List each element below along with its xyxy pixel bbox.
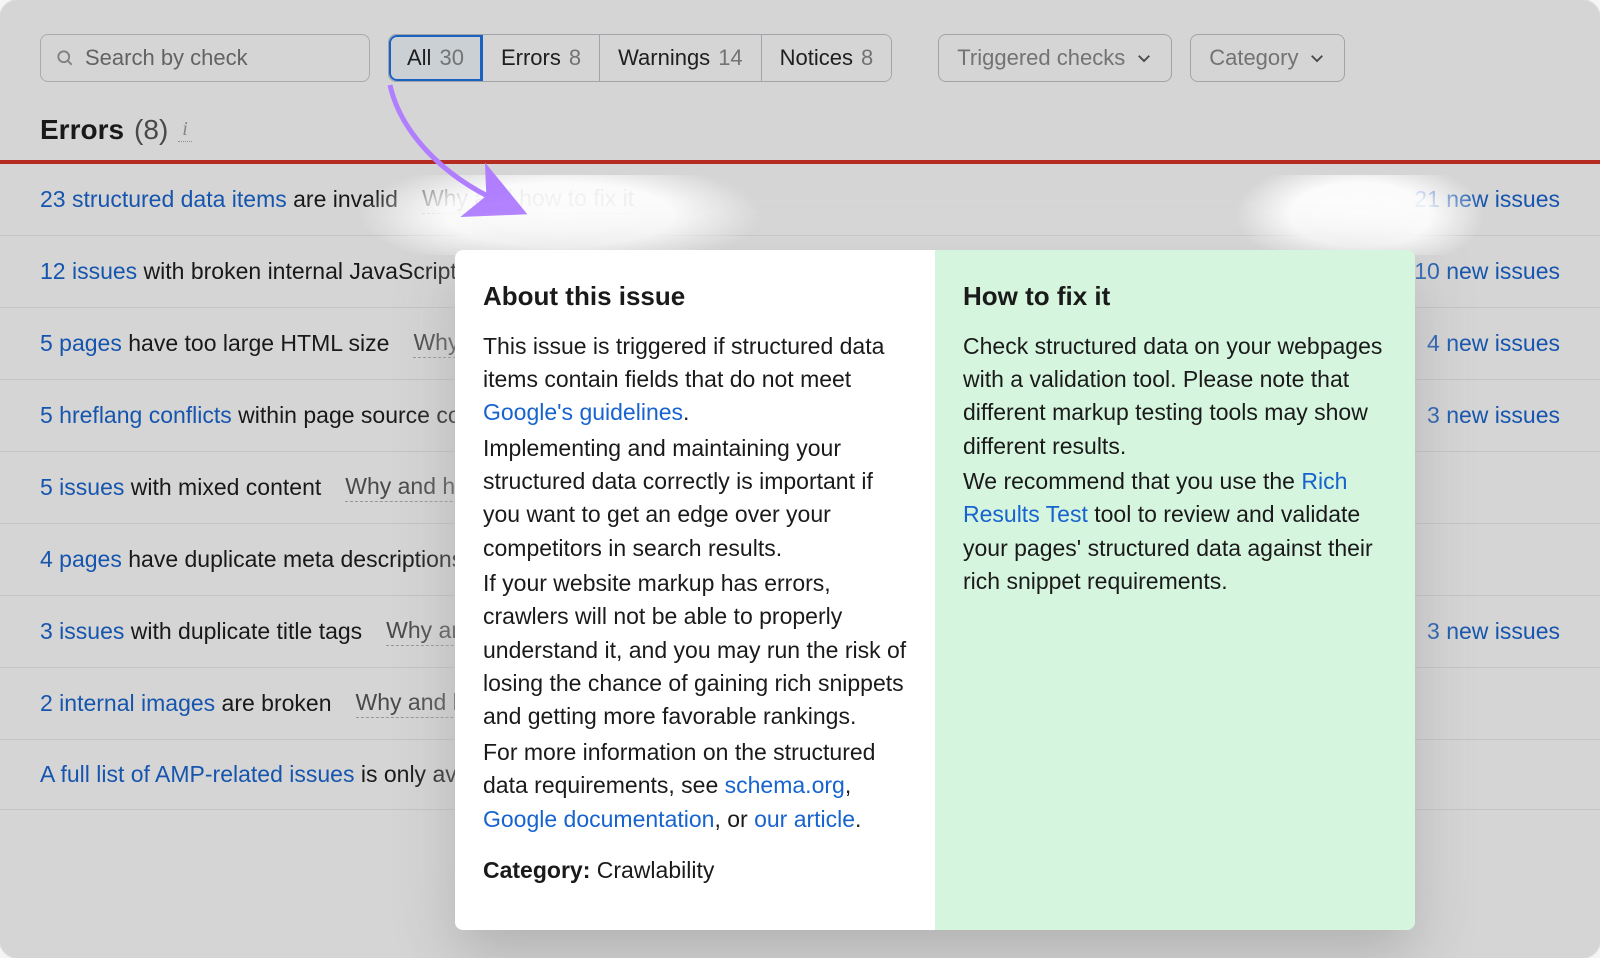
about-text: Implementing and maintaining your struct… (483, 432, 907, 565)
issue-link[interactable]: 12 issues (40, 258, 137, 284)
issue-row: 23 structured data items are invalid Why… (0, 164, 1600, 236)
category-label: Category: (483, 857, 590, 883)
filter-tab-errors[interactable]: Errors 8 (483, 35, 600, 81)
new-issues-link[interactable]: 21 new issues (1414, 186, 1560, 213)
category-value: Crawlability (590, 857, 714, 883)
issue-link[interactable]: A full list of AMP-related issues (40, 761, 354, 787)
schema-org-link[interactable]: schema.org (725, 772, 845, 798)
section-title: Errors (40, 114, 124, 146)
issue-description: 4 pages have duplicate meta descriptions (40, 546, 463, 573)
issue-text: have duplicate meta descriptions (122, 546, 463, 572)
section-count: (8) (134, 114, 168, 146)
search-input[interactable] (85, 45, 355, 71)
fix-title: How to fix it (963, 278, 1387, 316)
issue-description: 23 structured data items are invalid (40, 186, 398, 213)
popover-about: About this issue This issue is triggered… (455, 250, 935, 930)
fix-text: Check structured data on your webpages w… (963, 330, 1387, 463)
filter-tab-notices[interactable]: Notices 8 (762, 35, 892, 81)
new-issues-link[interactable]: 4 new issues (1427, 330, 1560, 357)
filter-count: 30 (439, 45, 463, 71)
about-title: About this issue (483, 278, 907, 316)
info-icon[interactable]: i (178, 118, 192, 142)
popover-howtofix: How to fix it Check structured data on y… (935, 250, 1415, 930)
issue-description: 2 internal images are broken (40, 690, 332, 717)
dropdown-label: Category (1209, 45, 1298, 71)
filter-label: Notices (780, 45, 853, 71)
new-issues-link[interactable]: 3 new issues (1427, 618, 1560, 645)
issue-link[interactable]: 4 pages (40, 546, 122, 572)
issue-link[interactable]: 5 issues (40, 474, 124, 500)
page: All 30 Errors 8 Warnings 14 Notices 8 Tr… (0, 0, 1600, 958)
about-text: If your website markup has errors, crawl… (483, 567, 907, 734)
new-issues-link[interactable]: 3 new issues (1427, 402, 1560, 429)
google-docs-link[interactable]: Google documentation (483, 806, 714, 832)
google-guidelines-link[interactable]: Google's guidelines (483, 399, 683, 425)
filter-tab-warnings[interactable]: Warnings 14 (600, 35, 762, 81)
issue-text: with mixed content (124, 474, 321, 500)
chevron-down-icon (1308, 49, 1326, 67)
issue-link[interactable]: 3 issues (40, 618, 124, 644)
triggered-checks-dropdown[interactable]: Triggered checks (938, 34, 1172, 82)
new-issues-link[interactable]: 10 new issues (1414, 258, 1560, 285)
filter-tab-all[interactable]: All 30 (389, 35, 483, 81)
issue-text: with duplicate title tags (124, 618, 362, 644)
about-text: For more information on the structured d… (483, 736, 907, 836)
toolbar: All 30 Errors 8 Warnings 14 Notices 8 Tr… (0, 0, 1600, 104)
issue-link[interactable]: 5 pages (40, 330, 122, 356)
category-dropdown[interactable]: Category (1190, 34, 1345, 82)
issue-link[interactable]: 5 hreflang conflicts (40, 402, 232, 428)
filter-tabs: All 30 Errors 8 Warnings 14 Notices 8 (388, 34, 892, 82)
filter-label: Warnings (618, 45, 710, 71)
section-heading: Errors (8) i (0, 104, 1600, 160)
our-article-link[interactable]: our article (754, 806, 855, 832)
issue-help-popover: About this issue This issue is triggered… (455, 250, 1415, 930)
issue-link[interactable]: 23 structured data items (40, 186, 287, 212)
issue-text: have too large HTML size (122, 330, 390, 356)
filter-label: Errors (501, 45, 561, 71)
fix-text: We recommend that you use the Rich Resul… (963, 465, 1387, 598)
issue-description: 5 issues with mixed content (40, 474, 321, 501)
filter-count: 14 (718, 45, 742, 71)
chevron-down-icon (1135, 49, 1153, 67)
issue-text: are broken (215, 690, 331, 716)
filter-count: 8 (861, 45, 873, 71)
issue-link[interactable]: 2 internal images (40, 690, 215, 716)
filter-count: 8 (569, 45, 581, 71)
search-icon (55, 48, 75, 68)
about-text: This issue is triggered if structured da… (483, 330, 907, 430)
why-and-how-link[interactable]: Why and how to fix it (422, 185, 634, 214)
issue-description: 3 issues with duplicate title tags (40, 618, 362, 645)
filter-label: All (407, 45, 431, 71)
issue-description: 5 pages have too large HTML size (40, 330, 389, 357)
search-box[interactable] (40, 34, 370, 82)
dropdown-label: Triggered checks (957, 45, 1125, 71)
issue-text: are invalid (287, 186, 398, 212)
category-line: Category: Crawlability (483, 854, 907, 887)
